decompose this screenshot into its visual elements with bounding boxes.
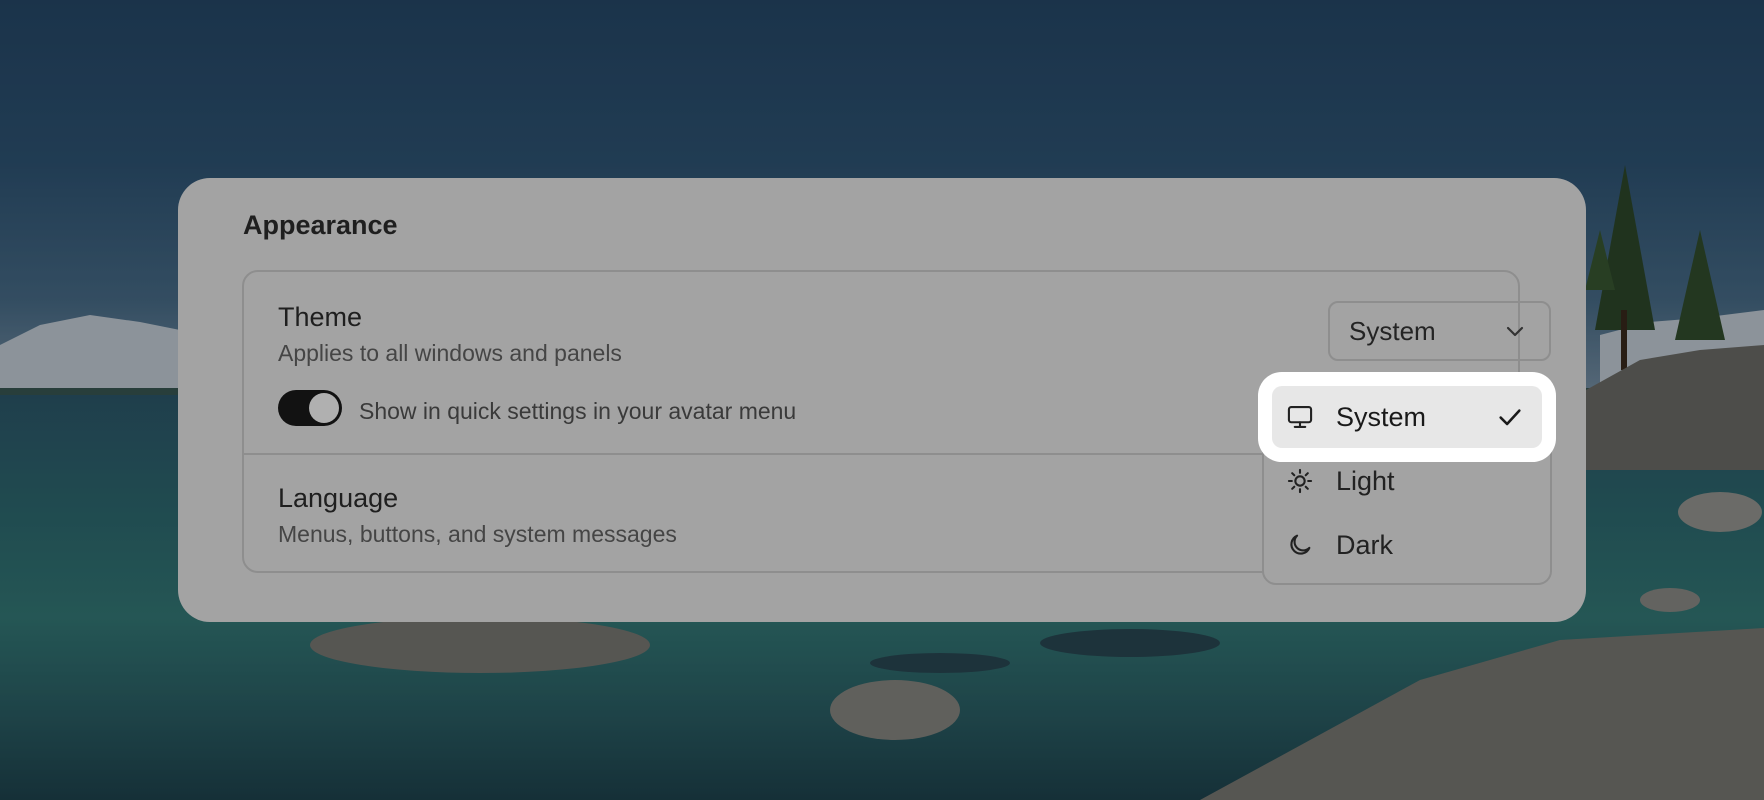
theme-option-system[interactable]: System	[1272, 386, 1542, 448]
theme-select-value: System	[1349, 315, 1436, 346]
quick-settings-toggle[interactable]	[278, 390, 342, 426]
theme-option-label: Dark	[1336, 529, 1394, 560]
theme-title: Theme	[278, 302, 363, 332]
theme-option-label: Light	[1336, 465, 1395, 496]
chevron-down-icon	[1503, 319, 1527, 343]
theme-option-light[interactable]: Light	[1272, 450, 1542, 512]
theme-dropdown-menu: System Light Dark	[1262, 375, 1552, 585]
language-description: Menus, buttons, and system messages	[278, 521, 677, 547]
section-title: Appearance	[243, 210, 398, 240]
theme-option-label: System	[1336, 401, 1427, 432]
theme-description: Applies to all windows and panels	[278, 340, 622, 366]
language-title: Language	[278, 483, 399, 513]
theme-select[interactable]: System	[1328, 301, 1551, 361]
theme-option-dark[interactable]: Dark	[1272, 514, 1542, 576]
sun-icon	[1286, 467, 1314, 495]
moon-icon	[1286, 531, 1314, 559]
monitor-icon	[1286, 403, 1314, 431]
quick-settings-toggle-label: Show in quick settings in your avatar me…	[359, 398, 797, 424]
checkmark-icon	[1496, 403, 1524, 431]
toggle-knob	[309, 393, 339, 423]
